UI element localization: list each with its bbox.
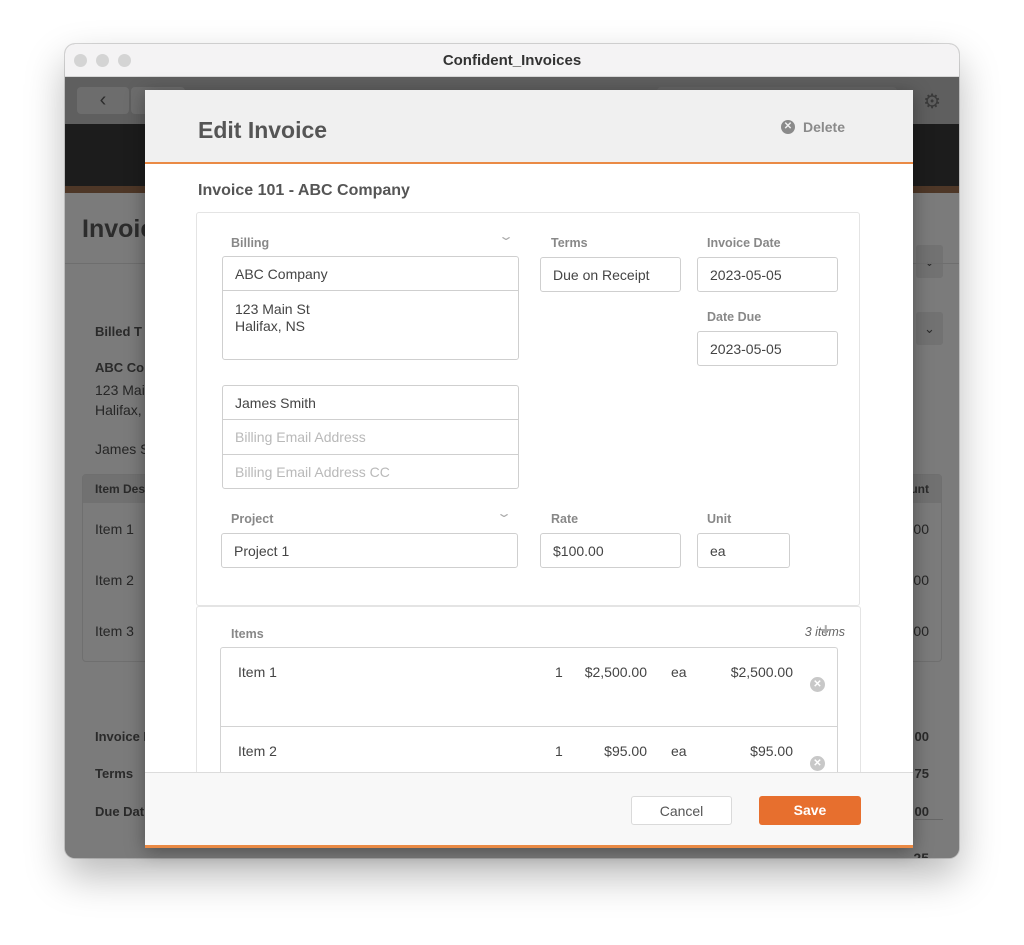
rate-input[interactable]: $100.00 [540, 533, 681, 568]
client-name: ABC Co [95, 360, 145, 375]
item-unit: ea [671, 664, 687, 680]
billing-email-input[interactable]: Billing Email Address [223, 420, 518, 455]
table-row-desc: Item 3 [95, 623, 134, 639]
billing-chevron-down-icon[interactable]: ⌄ [498, 229, 514, 243]
invoice-date-label: Invoice Date [707, 236, 781, 250]
cancel-button[interactable]: Cancel [631, 796, 732, 825]
dialog-header: Edit Invoice ✕ Delete [145, 90, 913, 164]
chevron-down-icon: ⌄ [924, 254, 935, 269]
invoice-date-input[interactable]: 2023-05-05 [697, 257, 838, 292]
billing-contact-box: James Smith Billing Email Address Billin… [222, 385, 519, 489]
summary-value: 75 [914, 766, 929, 781]
total-divider [915, 819, 943, 820]
client-address-2: Halifax, [95, 402, 142, 418]
billed-to-dropdown[interactable]: ⌄ [916, 312, 943, 345]
list-item[interactable]: Item 1 1 $2,500.00 ea $2,500.00 ✕ [221, 648, 837, 727]
contact-name-input[interactable]: James Smith [223, 386, 518, 420]
item-rate: $2,500.00 [584, 664, 647, 680]
summary-label: Due Dat [95, 804, 145, 819]
billing-email-cc-input[interactable]: Billing Email Address CC [223, 455, 518, 488]
table-row-amount: 00 [913, 572, 929, 588]
back-button[interactable]: ‹ [77, 87, 129, 114]
delete-label: Delete [802, 119, 845, 135]
date-due-input[interactable]: 2023-05-05 [697, 331, 838, 366]
billing-label: Billing [231, 236, 270, 250]
item-quantity: 1 [555, 743, 563, 759]
summary-value: 00 [914, 729, 929, 744]
dialog-title: Edit Invoice [198, 117, 328, 143]
date-due-label: Date Due [707, 310, 762, 324]
rate-label: Rate [551, 512, 579, 526]
table-row-amount: 00 [913, 521, 929, 537]
terms-input[interactable]: Due on Receipt [540, 257, 681, 292]
table-row-desc: Item 1 [95, 521, 134, 537]
close-window-button[interactable] [74, 54, 87, 67]
item-rate: $95.00 [604, 743, 647, 759]
chevron-left-icon: ‹ [99, 89, 107, 111]
save-button[interactable]: Save [759, 796, 861, 825]
billing-address-input[interactable]: 123 Main St Halifax, NS [223, 291, 518, 345]
dialog-footer: Cancel Save [145, 772, 913, 848]
client-address-1: 123 Mai [95, 382, 145, 398]
items-label: Items [231, 627, 264, 641]
items-list: Item 1 1 $2,500.00 ea $2,500.00 ✕ Item 2… [220, 647, 838, 777]
summary-label: Terms [95, 766, 134, 781]
project-label: Project [231, 512, 274, 526]
item-quantity: 1 [555, 664, 563, 680]
remove-item-icon[interactable]: ✕ [810, 677, 825, 692]
header-amount: unt [910, 482, 929, 496]
item-amount: $95.00 [750, 743, 793, 759]
window-title: Confident_Invoices [442, 52, 582, 69]
billing-company-input[interactable]: ABC Company [223, 257, 518, 291]
item-description: Item 1 [238, 664, 277, 680]
header-item-description: Item Des [95, 482, 146, 496]
project-chevron-down-icon[interactable]: ⌄ [496, 506, 512, 520]
client-contact: James S [95, 441, 150, 457]
summary-value: 00 [914, 804, 929, 819]
chevron-down-icon: ⌄ [924, 321, 935, 336]
invoice-subtitle: Invoice 101 - ABC Company [198, 182, 410, 199]
item-description: Item 2 [238, 743, 277, 759]
gear-icon[interactable]: ⚙ [923, 89, 941, 114]
invoice-details-panel: Billing ⌄ ABC Company 123 Main St Halifa… [196, 212, 860, 606]
unit-label: Unit [707, 512, 732, 526]
item-unit: ea [671, 743, 687, 759]
add-item-plus-icon[interactable]: + [820, 620, 831, 641]
total-value: 25 [913, 850, 929, 858]
edit-invoice-dialog: Edit Invoice ✕ Delete Invoice 101 - ABC … [145, 90, 913, 848]
billed-to-label: Billed T [95, 324, 142, 339]
table-row-desc: Item 2 [95, 572, 134, 588]
project-input[interactable]: Project 1 [221, 533, 518, 568]
item-amount: $2,500.00 [730, 664, 793, 680]
title-bar: Confident_Invoices [65, 44, 959, 77]
billing-address-box: ABC Company 123 Main St Halifax, NS [222, 256, 519, 360]
table-row-amount: 00 [913, 623, 929, 639]
page-title: Invoic [82, 215, 155, 243]
unit-input[interactable]: ea [697, 533, 790, 568]
terms-label: Terms [551, 236, 588, 250]
summary-label: Invoice I [95, 729, 148, 744]
minimize-window-button[interactable] [96, 54, 109, 67]
header-dropdown[interactable]: ⌄ [916, 245, 943, 278]
close-circle-icon: ✕ [780, 120, 795, 134]
list-item[interactable]: Item 2 1 $95.00 ea $95.00 ✕ [221, 727, 837, 777]
zoom-window-button[interactable] [118, 54, 131, 67]
delete-button[interactable]: ✕ Delete [780, 119, 845, 135]
remove-item-icon[interactable]: ✕ [810, 756, 825, 771]
